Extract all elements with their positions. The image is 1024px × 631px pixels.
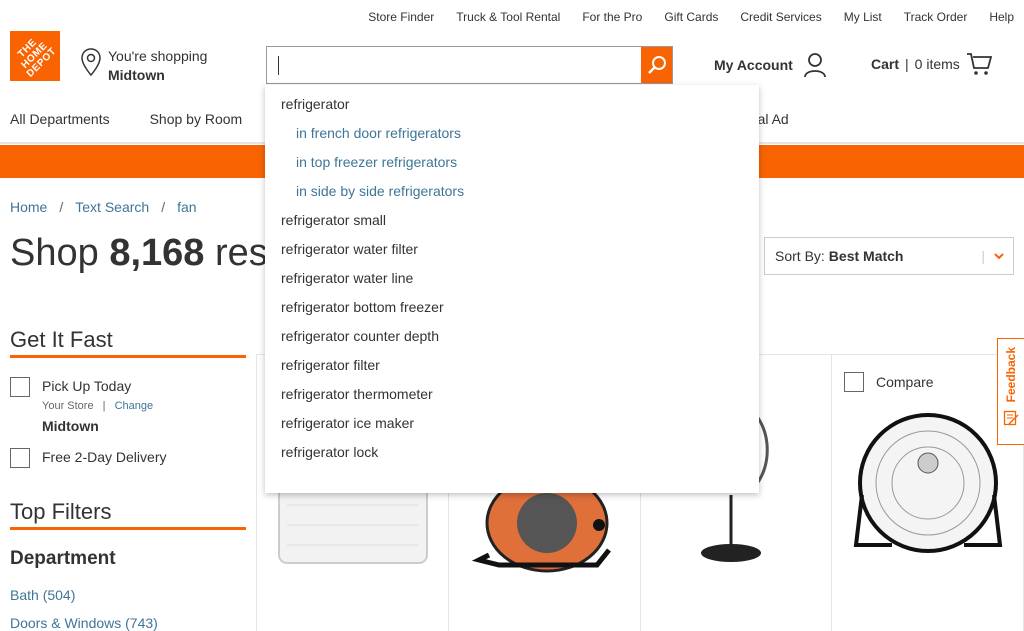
- store-separator: |: [102, 400, 106, 412]
- search-icon: [647, 56, 666, 74]
- sort-divider: |: [981, 248, 985, 264]
- store-locator[interactable]: You're shopping Midtown: [80, 47, 207, 85]
- user-icon: [803, 53, 826, 78]
- feedback-icon: [1003, 411, 1019, 426]
- dept-filter-doors-windows[interactable]: Doors & Windows (743): [10, 615, 158, 631]
- pickup-today-label[interactable]: Pick Up Today: [42, 378, 131, 394]
- your-store-line: Your Store | Change: [42, 400, 153, 412]
- breadcrumb-current[interactable]: fan: [177, 199, 196, 215]
- floor-fan-image: [853, 413, 1003, 553]
- free-delivery-checkbox[interactable]: [10, 448, 30, 468]
- store-name: Midtown: [108, 67, 165, 83]
- sort-label: Sort By:: [775, 248, 825, 264]
- pickup-today-checkbox[interactable]: [10, 377, 30, 397]
- my-account-label: My Account: [714, 57, 793, 73]
- utility-nav: Store Finder Truck & Tool Rental For the…: [346, 10, 1014, 24]
- top-filters-heading: Top Filters: [10, 499, 246, 530]
- suggestion-item[interactable]: refrigerator ice maker: [265, 409, 759, 438]
- store-locator-label: You're shopping: [108, 48, 208, 64]
- logo-wordmark: THE HOME DEPOT: [16, 37, 59, 80]
- search-bar: [266, 46, 673, 84]
- util-link-truck-tool-rental[interactable]: Truck & Tool Rental: [456, 10, 560, 24]
- suggestion-item[interactable]: refrigerator counter depth: [265, 322, 759, 351]
- compare-toggle[interactable]: Compare: [844, 372, 934, 392]
- sort-dropdown[interactable]: Sort By: Best Match |: [764, 237, 1014, 275]
- cart-count: 0 items: [914, 56, 960, 72]
- filter-store-name: Midtown: [42, 418, 99, 434]
- compare-label: Compare: [876, 374, 934, 390]
- suggestion-item[interactable]: refrigerator thermometer: [265, 380, 759, 409]
- suggestion-item[interactable]: refrigerator lock: [265, 438, 759, 467]
- your-store-label: Your Store: [42, 400, 94, 412]
- dept-filter-bath[interactable]: Bath (504): [10, 587, 75, 603]
- util-link-for-the-pro[interactable]: For the Pro: [582, 10, 642, 24]
- title-prefix: Shop: [10, 232, 99, 274]
- feedback-label: Feedback: [1004, 347, 1018, 403]
- department-nav: All Departments Shop by Room: [10, 111, 282, 127]
- cart-icon: [966, 53, 992, 75]
- change-store-link[interactable]: Change: [115, 400, 154, 412]
- nav-all-departments[interactable]: All Departments: [10, 111, 110, 127]
- cart-link[interactable]: Cart | 0 items: [871, 52, 992, 76]
- search-button[interactable]: [641, 47, 672, 83]
- util-link-credit-services[interactable]: Credit Services: [740, 10, 821, 24]
- location-pin-icon: [81, 48, 101, 77]
- breadcrumb-home[interactable]: Home: [10, 199, 47, 215]
- breadcrumb-separator: /: [161, 199, 166, 215]
- util-link-track-order[interactable]: Track Order: [904, 10, 968, 24]
- breadcrumb-text-search[interactable]: Text Search: [75, 199, 149, 215]
- chevron-down-icon: [994, 253, 1004, 260]
- util-link-store-finder[interactable]: Store Finder: [368, 10, 434, 24]
- cart-label: Cart: [871, 56, 900, 72]
- suggestion-category-item[interactable]: in french door refrigerators: [265, 119, 759, 148]
- home-depot-logo[interactable]: THE HOME DEPOT: [10, 31, 60, 81]
- suggestion-item[interactable]: refrigerator water filter: [265, 235, 759, 264]
- result-count: 8,168: [109, 232, 205, 274]
- department-heading: Department: [10, 548, 116, 569]
- compare-checkbox[interactable]: [844, 372, 864, 392]
- util-link-gift-cards[interactable]: Gift Cards: [664, 10, 718, 24]
- search-field-wrapper: [267, 47, 641, 83]
- free-delivery-label[interactable]: Free 2-Day Delivery: [42, 449, 166, 465]
- suggestion-item[interactable]: refrigerator bottom freezer: [265, 293, 759, 322]
- get-it-fast-heading: Get It Fast: [10, 327, 246, 358]
- suggestion-item[interactable]: refrigerator: [265, 90, 759, 119]
- breadcrumb: Home / Text Search / fan: [10, 199, 197, 215]
- util-link-my-list[interactable]: My List: [844, 10, 882, 24]
- my-account-link[interactable]: My Account: [714, 52, 827, 78]
- suggestion-item[interactable]: refrigerator small: [265, 206, 759, 235]
- cart-separator: |: [905, 56, 909, 72]
- search-input[interactable]: [267, 47, 641, 83]
- suggestion-category-item[interactable]: in top freezer refrigerators: [265, 148, 759, 177]
- sort-value: Best Match: [828, 248, 904, 264]
- suggestion-item[interactable]: refrigerator filter: [265, 351, 759, 380]
- feedback-tab[interactable]: Feedback: [997, 338, 1024, 445]
- suggestion-item[interactable]: refrigerator water line: [265, 264, 759, 293]
- search-suggestions-dropdown: refrigerator in french door refrigerator…: [265, 85, 759, 493]
- text-cursor: [278, 56, 279, 75]
- util-link-help[interactable]: Help: [989, 10, 1014, 24]
- suggestion-category-item[interactable]: in side by side refrigerators: [265, 177, 759, 206]
- nav-shop-by-room[interactable]: Shop by Room: [150, 111, 243, 127]
- product-card[interactable]: [831, 354, 1024, 631]
- breadcrumb-separator: /: [59, 199, 64, 215]
